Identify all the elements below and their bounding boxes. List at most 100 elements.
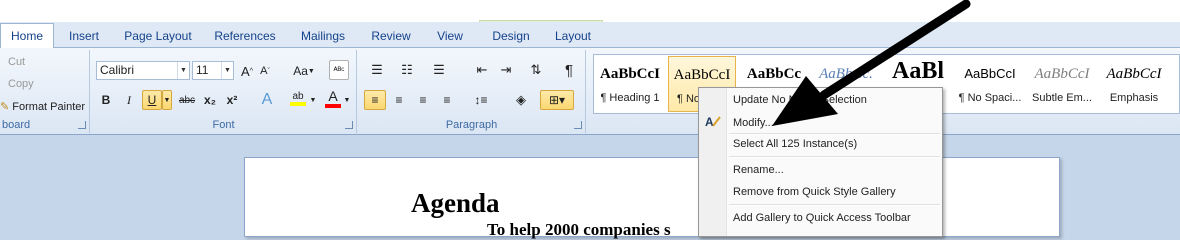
style-sample: AaBl [891,58,944,84]
sort-icon[interactable]: ⇅ [526,60,546,80]
style-sample: AaBbCc. [819,66,873,82]
shading-icon[interactable]: ◈ [508,90,534,110]
font-group: Calibri ▼ 11 ▼ A ^ Aˇ Aa ▼ ᴬᴮᶜ B I U ▼ abc… [91,50,357,133]
tab-insert[interactable]: Insert [56,24,112,48]
style-name: Emphasis [1109,92,1159,104]
shrink-font-caret-icon: ˇ [267,67,270,75]
menu-item-rename[interactable]: Rename... [733,164,784,176]
font-dialog-launcher-icon[interactable] [345,121,353,129]
increase-indent-icon[interactable]: ⇥ [496,60,516,80]
menu-separator [729,156,940,158]
chevron-down-icon[interactable]: ▼ [343,90,351,110]
chevron-down-icon[interactable]: ▼ [309,90,317,110]
style-name: ¶ No Spaci... [958,92,1022,104]
tab-references[interactable]: References [206,24,284,48]
numbering-icon[interactable]: ☷ [396,60,418,80]
font-group-label: Font [212,119,235,131]
strikethrough-button[interactable]: abc [177,90,197,110]
paragraph-dialog-launcher-icon[interactable] [574,121,582,129]
style-name: ¶ Heading 1 [600,92,660,104]
font-name-value: Calibri [100,63,135,77]
tab-review[interactable]: Review [362,24,420,48]
tab-mailings[interactable]: Mailings [292,24,354,48]
change-case-button[interactable]: Aa ▼ [289,61,319,81]
style-sample: AaBbCcI [964,66,1016,81]
borders-icon[interactable]: ⊞▾ [540,90,574,110]
menu-item-modify[interactable]: Modify... [733,117,774,129]
multilevel-list-icon[interactable]: ☰ [428,60,450,80]
style-sample: AaBbCcI [1106,66,1162,82]
svg-text:A: A [705,115,714,128]
font-name-combo[interactable]: Calibri ▼ [96,61,190,80]
copy-button[interactable]: Copy [8,78,34,90]
style-sample: AaBbCcI [599,66,660,82]
chevron-down-icon[interactable]: ▼ [177,62,189,79]
grow-font-button[interactable]: A ^ [239,61,255,81]
chevron-down-icon: ▼ [307,67,315,75]
decrease-indent-icon[interactable]: ⇤ [472,60,492,80]
style-sample: AaBbCcI [673,67,731,83]
menu-separator [729,133,940,135]
font-size-combo[interactable]: 11 ▼ [192,61,234,80]
underline-button[interactable]: U [142,90,162,110]
change-case-label: Aa [293,64,308,78]
modify-style-icon: A [705,114,721,131]
clear-formatting-icon[interactable]: ᴬᴮᶜ [329,60,349,80]
superscript-button[interactable]: x² [223,90,241,110]
ribbon-tab-strip: Home Insert Page Layout References Maili… [0,0,1180,48]
grow-font-label: A [241,63,250,79]
style-subtle-emphasis[interactable]: AaBbCcI Subtle Em... [1028,56,1096,112]
paragraph-group-label: Paragraph [445,119,498,131]
line-spacing-icon[interactable]: ↕≡ [468,90,494,110]
format-painter-button[interactable]: ✎ Format Painter [0,100,85,113]
tab-bar: Home Insert Page Layout References Maili… [0,22,1180,48]
document-area: Agenda To help 2000 companies s [0,135,1180,239]
align-right-icon[interactable]: ≡ [412,90,434,110]
font-size-value: 11 [196,63,209,77]
cut-button[interactable]: Cut [8,56,25,68]
subscript-button[interactable]: x₂ [201,90,219,110]
tab-home[interactable]: Home [0,23,54,48]
italic-button[interactable]: I [120,90,138,110]
document-subtitle: To help 2000 companies s [487,220,671,239]
clipboard-dialog-launcher-icon[interactable] [78,121,86,129]
format-painter-icon: ✎ [0,101,10,113]
tab-page-layout[interactable]: Page Layout [118,24,198,48]
underline-dropdown-chevron-icon[interactable]: ▼ [162,90,172,110]
menu-item-add-to-qat[interactable]: Add Gallery to Quick Access Toolbar [733,212,911,224]
font-color-button[interactable]: A [323,88,343,108]
menu-icon-gutter [699,88,727,236]
menu-item-update-to-match[interactable]: Update No Match Selection [733,94,867,106]
style-sample: AaBbCc [746,66,802,82]
tab-view[interactable]: View [428,24,472,48]
clipboard-group: Cut Copy ✎ Format Painter board [0,50,90,133]
style-heading-1[interactable]: AaBbCcI ¶ Heading 1 [596,56,664,112]
show-hide-marks-button[interactable]: ¶ [560,60,578,80]
chevron-down-icon[interactable]: ▼ [221,62,233,79]
font-color-bar [325,104,341,108]
align-left-icon[interactable]: ≡ [364,90,386,110]
bullets-icon[interactable]: ☰ [366,60,388,80]
justify-icon[interactable]: ≡ [436,90,458,110]
style-emphasis[interactable]: AaBbCcI Emphasis [1100,56,1168,112]
highlight-label: ab [292,90,304,102]
style-no-spacing[interactable]: AaBbCcI ¶ No Spaci... [956,56,1024,112]
text-effects-button[interactable]: A [257,90,277,110]
grow-font-caret-icon: ^ [249,67,253,75]
menu-item-select-all[interactable]: Select All 125 Instance(s) [733,138,857,150]
style-name: Subtle Em... [1032,92,1092,104]
font-color-label: A [328,88,338,104]
shrink-font-button[interactable]: Aˇ [257,61,273,81]
menu-separator [729,204,940,206]
document-title: Agenda [411,188,500,218]
align-center-icon[interactable]: ≡ [388,90,410,110]
clipboard-group-label: board [2,119,31,131]
text-highlight-button[interactable]: ab [287,88,309,108]
style-context-menu: Update No Match Selection A Modify... Se… [698,87,943,237]
tab-layout[interactable]: Layout [546,24,600,48]
tab-design[interactable]: Design [484,24,538,48]
bold-button[interactable]: B [97,90,115,110]
style-sample: AaBbCcI [1034,66,1090,82]
format-painter-label: Format Painter [12,101,86,113]
menu-item-remove-from-gallery[interactable]: Remove from Quick Style Gallery [733,186,896,198]
